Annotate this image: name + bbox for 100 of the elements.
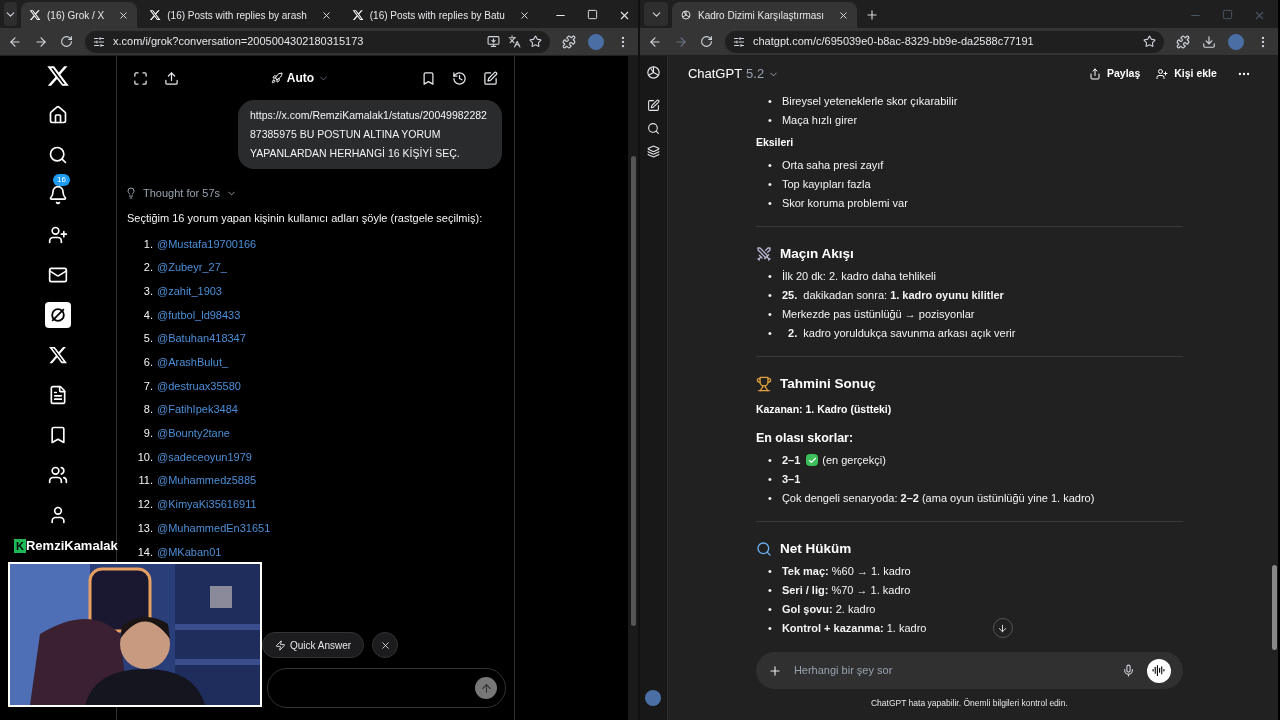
logo-icon[interactable]: [644, 64, 662, 81]
home-icon: [48, 105, 68, 125]
subheading: En olası skorlar:: [755, 430, 855, 447]
username-link[interactable]: @MuhammedEn31651: [157, 519, 271, 537]
nav-item[interactable]: [45, 302, 71, 328]
thought-toggle[interactable]: Thought for 57s: [125, 185, 238, 202]
search-icon: [646, 122, 660, 135]
extensions-icon: [562, 34, 576, 49]
username-link[interactable]: @destruax35580: [157, 377, 241, 395]
list-number: 4.: [142, 307, 154, 323]
site-info-icon: [93, 35, 105, 48]
username-link[interactable]: @MKaban01: [157, 543, 222, 561]
model-selector[interactable]: ChatGPT 5.2: [687, 64, 780, 84]
translate-icon: [508, 35, 521, 48]
close-icon[interactable]: [118, 9, 130, 21]
fullscreen-icon: [133, 70, 148, 86]
address-field[interactable]: chatgpt.com/c/695039e0-b8ac-8329-bb9e-da2588c77191: [725, 30, 1164, 53]
trophy-icon: [755, 376, 772, 393]
new-tab-icon[interactable]: [865, 8, 880, 22]
bullet-marker: •: [767, 326, 773, 342]
add-person-button[interactable]: Kişi ekle: [1156, 66, 1217, 82]
close-icon[interactable]: [518, 9, 530, 21]
bullet-marker: •: [767, 307, 773, 323]
username-link[interactable]: @futbol_ld98433: [157, 306, 241, 324]
section-heading: Maçın Akışı: [779, 244, 854, 263]
slashed-circle-icon: [48, 305, 68, 325]
bold-label: Kazanan: 1. Kadro (üstteki): [755, 402, 893, 418]
list-number: 5.: [142, 331, 154, 347]
bullet-marker: •: [767, 94, 773, 110]
mail-icon: [48, 265, 68, 285]
site-info-icon: [733, 35, 745, 48]
bullet-text: Gol şovu: 2. kadro: [781, 602, 876, 618]
username-link[interactable]: @KimyaKi35616911: [157, 496, 257, 513]
bullet-marker: •: [767, 453, 773, 468]
library-icon: [646, 145, 660, 158]
tab-list-button[interactable]: [4, 2, 17, 26]
prompt-field[interactable]: [267, 668, 506, 708]
bullet-marker: •: [767, 177, 773, 192]
profile-avatar[interactable]: [588, 33, 604, 50]
scroll-down-button[interactable]: [992, 618, 1013, 638]
bullet-text: Kontrol + kazanma: 1. kadro: [781, 621, 927, 637]
username-link[interactable]: @FatihIpek3484: [157, 401, 238, 418]
new-chat-icon: [483, 70, 498, 86]
magnifier-icon: [755, 540, 772, 557]
bookmark-star-icon: [529, 35, 542, 48]
tab-list-button[interactable]: [644, 2, 668, 26]
username-link[interactable]: @Mustafa19700166: [157, 235, 257, 253]
list-number: 6.: [142, 355, 154, 371]
bell-icon: [48, 185, 68, 205]
username-link[interactable]: @Zubeyr_27_: [157, 259, 227, 276]
share-icon: [1089, 68, 1101, 80]
back-icon: [648, 34, 662, 49]
overlay-name: RemziKamalak: [25, 538, 118, 554]
section-heading: Net Hüküm: [779, 539, 852, 558]
browser-tab[interactable]: (16) Posts with replies by arash: [141, 2, 340, 28]
bullet-marker: •: [767, 472, 773, 487]
username-link[interactable]: @zahit_1903: [157, 282, 222, 300]
list-number: 7.: [142, 378, 154, 394]
people-icon: [48, 465, 68, 485]
bullet-text: Skor koruma problemi var: [781, 196, 908, 211]
quick-answer-button[interactable]: Quick Answer: [262, 632, 365, 658]
close-icon[interactable]: [320, 9, 332, 21]
reload-icon: [60, 35, 73, 48]
x-logo-icon: [29, 9, 41, 21]
browser-tab[interactable]: Kadro Dizimi Karşılaştırması: [672, 2, 858, 28]
username-link[interactable]: @sadeceoyun1979: [157, 448, 252, 466]
share-icon: [164, 70, 179, 86]
microphone-icon: [1121, 664, 1135, 677]
share-button[interactable]: Paylaş: [1089, 66, 1141, 82]
bullet-marker: •: [767, 491, 773, 506]
close-icon: [1253, 9, 1266, 22]
swords-icon: [755, 245, 772, 262]
arrow-up-icon: [479, 681, 493, 695]
bookmark-star-icon: [1143, 35, 1156, 48]
username-link[interactable]: @ArashBulut_: [157, 354, 229, 371]
browser-tab[interactable]: (16) Grok / X: [21, 2, 138, 28]
bullet-text: Seri / lig: %70 → 1. kadro: [781, 583, 911, 599]
list-number: 11.: [137, 473, 154, 489]
scrollbar[interactable]: [628, 56, 638, 720]
bullet-marker: •: [767, 158, 773, 173]
logo-icon[interactable]: [680, 9, 692, 21]
user-avatar[interactable]: [645, 690, 662, 706]
username-link[interactable]: @Bounty2tane: [157, 425, 230, 442]
browser-tab[interactable]: (16) Posts with replies by Batu: [343, 2, 538, 28]
send-button[interactable]: [475, 677, 497, 699]
bullet-text: İlk 20 dk: 2. kadro daha tehlikeli: [781, 269, 936, 285]
profile-avatar[interactable]: [1228, 33, 1244, 50]
bullet-text: (en gerçekçi): [822, 453, 886, 468]
list-number: 1.: [142, 236, 154, 252]
tab-title: (16) Posts with replies by Batu: [369, 8, 505, 23]
history-icon: [452, 70, 467, 86]
close-icon[interactable]: [838, 9, 850, 21]
username-link[interactable]: @Muhammedz5885: [157, 472, 257, 489]
profile-icon: [48, 505, 68, 525]
voice-button[interactable]: [1146, 658, 1171, 683]
mode-selector[interactable]: Auto: [270, 69, 330, 87]
message-field[interactable]: Herhangi bir şey sor: [755, 652, 1183, 689]
bullet-marker: •: [767, 564, 773, 580]
address-field[interactable]: x.com/i/grok?conversation=2005004302180315173: [85, 30, 550, 53]
username-link[interactable]: @Batuhan418347: [157, 330, 246, 347]
